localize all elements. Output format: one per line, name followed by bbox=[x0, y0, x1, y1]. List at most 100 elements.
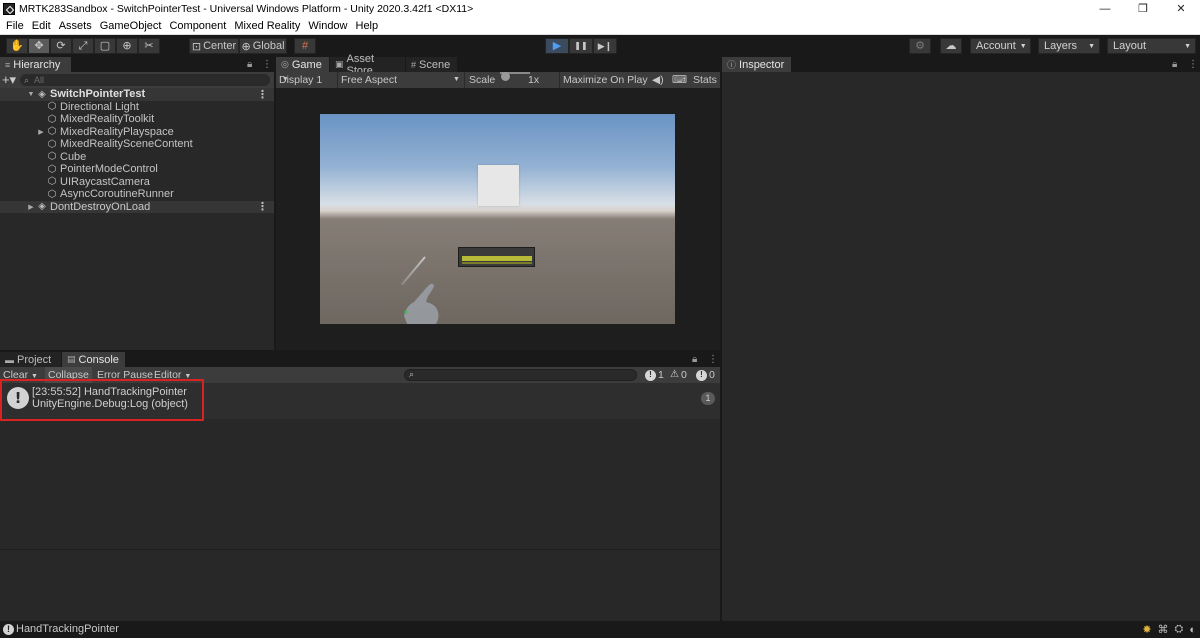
minimize-button[interactable]: — bbox=[1086, 0, 1124, 18]
create-button[interactable]: +▾ bbox=[0, 72, 18, 88]
error-count: 0 bbox=[709, 369, 715, 381]
keyboard-icon[interactable]: ⌨ bbox=[672, 72, 687, 88]
lock-icon[interactable]: 🔒︎ bbox=[692, 352, 697, 367]
title-bar: MRTK283Sandbox - SwitchPointerTest - Uni… bbox=[0, 0, 1200, 18]
maximize-button[interactable]: ❐ bbox=[1124, 0, 1162, 18]
info-count-toggle[interactable]: ! 1 bbox=[645, 367, 664, 383]
game-viewport[interactable] bbox=[320, 114, 675, 324]
panel-menu-icon[interactable]: ⋮ bbox=[708, 352, 718, 367]
mute-audio-icon[interactable]: ◀) bbox=[652, 72, 664, 88]
unity-scene-icon: ◈ bbox=[38, 88, 46, 100]
play-controls: ▶ ❚❚ ▶❙ bbox=[545, 38, 617, 54]
rect-tool-button[interactable]: ▢ bbox=[94, 38, 116, 54]
panel-menu-icon[interactable]: ⋮ bbox=[262, 57, 272, 72]
menu-gameobject[interactable]: GameObject bbox=[96, 20, 166, 32]
warning-count-toggle[interactable]: ⚠ 0 bbox=[670, 367, 687, 383]
row-menu-icon[interactable]: ⋮ bbox=[257, 200, 268, 213]
scale-tool-button[interactable]: ⤢ bbox=[72, 38, 94, 54]
account-label: Account bbox=[976, 40, 1016, 52]
move-tool-button[interactable]: ✥ bbox=[28, 38, 50, 54]
layout-dropdown[interactable]: Layout ▼ bbox=[1107, 38, 1196, 54]
transform-tool-button[interactable]: ⊕ bbox=[116, 38, 138, 54]
account-dropdown[interactable]: Account ▼ bbox=[970, 38, 1031, 54]
console-detail-divider[interactable] bbox=[0, 549, 720, 550]
hierarchy-item[interactable]: ⬡ MixedRealitySceneContent bbox=[0, 138, 274, 151]
hierarchy-scene-row[interactable]: ▼ ◈ SwitchPointerTest ⋮ bbox=[0, 88, 274, 101]
menu-edit[interactable]: Edit bbox=[28, 20, 55, 32]
tab-asset-store[interactable]: ▣ Asset Store bbox=[330, 53, 406, 77]
status-icons: ✸ ⌘ ⛭ ◐ bbox=[1142, 621, 1196, 638]
hierarchy-item-label: Cube bbox=[60, 150, 87, 163]
step-button[interactable]: ▶❙ bbox=[593, 38, 617, 54]
store-icon: ▣ bbox=[335, 59, 344, 69]
menu-bar: File Edit Assets GameObject Component Mi… bbox=[0, 18, 1200, 35]
cloud-icon: ☁ bbox=[945, 39, 957, 52]
lock-icon[interactable]: 🔒︎ bbox=[247, 57, 252, 72]
debug-icon[interactable]: ⛭ bbox=[1175, 623, 1184, 636]
row-menu-icon[interactable]: ⋮ bbox=[257, 88, 268, 101]
hierarchy-item[interactable]: ⬡ UIRaycastCamera bbox=[0, 176, 274, 189]
hierarchy-search-placeholder: All bbox=[34, 75, 45, 85]
hierarchy-item[interactable]: ⬡ PointerModeControl bbox=[0, 163, 274, 176]
inspector-panel: ⓘ Inspector 🔒︎ ⋮ bbox=[722, 57, 1200, 621]
error-count-toggle[interactable]: ! 0 bbox=[696, 367, 715, 383]
panel-bar bbox=[462, 256, 532, 261]
tab-game[interactable]: ◎ Game bbox=[276, 57, 330, 72]
hierarchy-toolbar: +▾ ⌕ All bbox=[0, 72, 274, 88]
globe-icon: ⊕ bbox=[241, 40, 251, 53]
chevron-right-icon[interactable]: ▶ bbox=[36, 128, 46, 136]
window-controls: — ❐ ✕ bbox=[1086, 0, 1200, 18]
tab-hierarchy[interactable]: ≡ Hierarchy bbox=[0, 57, 72, 72]
chevron-right-icon[interactable]: ▶ bbox=[26, 203, 36, 211]
menu-mixed-reality[interactable]: Mixed Reality bbox=[230, 20, 304, 32]
custom-tool-button[interactable]: ✂ bbox=[138, 38, 160, 54]
menu-component[interactable]: Component bbox=[165, 20, 230, 32]
tab-project[interactable]: ▬ Project bbox=[0, 352, 62, 367]
space-label: Global bbox=[252, 40, 285, 52]
menu-help[interactable]: Help bbox=[352, 20, 383, 32]
console-search-input[interactable]: ⌕ bbox=[404, 369, 637, 381]
menu-assets[interactable]: Assets bbox=[55, 20, 96, 32]
cloud-button[interactable]: ☁ bbox=[940, 38, 962, 54]
menu-window[interactable]: Window bbox=[304, 20, 351, 32]
hierarchy-item[interactable]: ⬡ Directional Light bbox=[0, 101, 274, 114]
services-button[interactable]: ⚙ bbox=[909, 38, 931, 54]
display-dropdown[interactable]: Display 1 ▼ bbox=[279, 72, 322, 88]
lock-icon[interactable]: 🔒︎ bbox=[1172, 57, 1177, 72]
info-count: 1 bbox=[658, 369, 664, 381]
status-message[interactable]: HandTrackingPointer bbox=[16, 621, 119, 638]
chevron-down-icon: ▼ bbox=[281, 76, 289, 83]
tab-console[interactable]: ▤ Console bbox=[62, 352, 126, 367]
chevron-down-icon[interactable]: ▼ bbox=[26, 91, 36, 98]
hierarchy-item[interactable]: ⬡ MixedRealityToolkit bbox=[0, 113, 274, 126]
panel-menu-icon[interactable]: ⋮ bbox=[1188, 57, 1198, 72]
global-space-button[interactable]: ⊕ Global bbox=[239, 38, 287, 54]
rotate-tool-button[interactable]: ⟳ bbox=[50, 38, 72, 54]
pause-button[interactable]: ❚❚ bbox=[569, 38, 593, 54]
play-button[interactable]: ▶ bbox=[545, 38, 569, 54]
tab-inspector[interactable]: ⓘ Inspector bbox=[722, 57, 792, 72]
hierarchy-item[interactable]: ▶ ⬡ MixedRealityPlayspace bbox=[0, 126, 274, 139]
hierarchy-scene-row[interactable]: ▶ ◈ DontDestroyOnLoad ⋮ bbox=[0, 200, 274, 213]
hand-tool-button[interactable]: ✋ bbox=[6, 38, 28, 54]
grid-snap-button[interactable]: # bbox=[294, 38, 316, 54]
scale-label: Scale bbox=[469, 74, 496, 86]
hierarchy-item-label: SwitchPointerTest bbox=[50, 88, 146, 101]
auto-generate-lighting-icon[interactable]: ◐ bbox=[1189, 624, 1196, 636]
close-button[interactable]: ✕ bbox=[1162, 0, 1200, 18]
hierarchy-item[interactable]: ⬡ Cube bbox=[0, 151, 274, 164]
chevron-down-icon: ▼ bbox=[1088, 42, 1095, 50]
stats-toggle[interactable]: Stats bbox=[693, 72, 717, 88]
tab-scene[interactable]: # Scene bbox=[406, 57, 458, 72]
hierarchy-search-input[interactable]: ⌕ All bbox=[20, 74, 270, 86]
network-icon[interactable]: ⌘ bbox=[1158, 623, 1169, 636]
scale-slider-handle[interactable] bbox=[501, 72, 510, 81]
hierarchy-item[interactable]: ⬡ AsyncCoroutineRunner bbox=[0, 188, 274, 201]
progress-icon[interactable]: ✸ bbox=[1142, 623, 1151, 636]
maximize-on-play-toggle[interactable]: Maximize On Play bbox=[563, 72, 648, 88]
layout-label: Layout bbox=[1113, 40, 1147, 52]
pause-icon: ❚❚ bbox=[574, 41, 588, 50]
layers-dropdown[interactable]: Layers ▼ bbox=[1038, 38, 1100, 54]
pivot-center-button[interactable]: ⊡ Center bbox=[189, 38, 239, 54]
menu-file[interactable]: File bbox=[2, 20, 28, 32]
